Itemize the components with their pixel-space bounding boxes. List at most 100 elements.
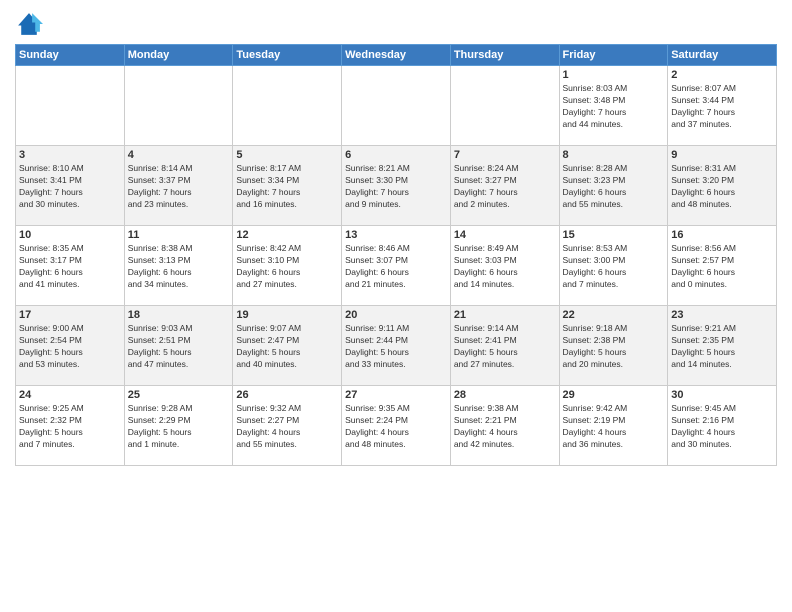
col-header-saturday: Saturday — [668, 45, 777, 66]
day-cell: 23 Sunrise: 9:21 AM Sunset: 2:35 PM Dayli… — [668, 306, 777, 386]
day-number: 19 — [236, 309, 338, 321]
day-number: 26 — [236, 389, 338, 401]
day-number: 4 — [128, 149, 230, 161]
day-number: 1 — [563, 69, 665, 81]
day-number: 23 — [671, 309, 773, 321]
col-header-thursday: Thursday — [450, 45, 559, 66]
col-header-tuesday: Tuesday — [233, 45, 342, 66]
day-info: Sunrise: 8:21 AM Sunset: 3:30 PM Dayligh… — [345, 163, 447, 211]
day-info: Sunrise: 8:10 AM Sunset: 3:41 PM Dayligh… — [19, 163, 121, 211]
col-header-friday: Friday — [559, 45, 668, 66]
logo-icon — [15, 10, 43, 38]
day-number: 3 — [19, 149, 121, 161]
day-info: Sunrise: 9:42 AM Sunset: 2:19 PM Dayligh… — [563, 403, 665, 451]
day-info: Sunrise: 8:07 AM Sunset: 3:44 PM Dayligh… — [671, 83, 773, 131]
calendar-header-row: SundayMondayTuesdayWednesdayThursdayFrid… — [16, 45, 777, 66]
day-cell: 3 Sunrise: 8:10 AM Sunset: 3:41 PM Daylig… — [16, 146, 125, 226]
day-cell: 21 Sunrise: 9:14 AM Sunset: 2:41 PM Dayli… — [450, 306, 559, 386]
day-cell: 1Sunrise: 8:03 AM Sunset: 3:48 PM Daylig… — [559, 66, 668, 146]
day-info: Sunrise: 8:49 AM Sunset: 3:03 PM Dayligh… — [454, 243, 556, 291]
day-number: 18 — [128, 309, 230, 321]
day-info: Sunrise: 8:35 AM Sunset: 3:17 PM Dayligh… — [19, 243, 121, 291]
day-info: Sunrise: 8:38 AM Sunset: 3:13 PM Dayligh… — [128, 243, 230, 291]
day-cell: 25Sunrise: 9:28 AM Sunset: 2:29 PM Dayli… — [124, 386, 233, 466]
calendar-table: SundayMondayTuesdayWednesdayThursdayFrid… — [15, 44, 777, 466]
day-cell: 24 Sunrise: 9:25 AM Sunset: 2:32 PM Dayli… — [16, 386, 125, 466]
logo — [15, 10, 47, 38]
day-cell — [124, 66, 233, 146]
day-number: 21 — [454, 309, 556, 321]
day-cell: 22 Sunrise: 9:18 AM Sunset: 2:38 PM Dayli… — [559, 306, 668, 386]
day-info: Sunrise: 8:24 AM Sunset: 3:27 PM Dayligh… — [454, 163, 556, 211]
day-info: Sunrise: 9:07 AM Sunset: 2:47 PM Dayligh… — [236, 323, 338, 371]
day-info: Sunrise: 9:28 AM Sunset: 2:29 PM Dayligh… — [128, 403, 230, 451]
day-info: Sunrise: 9:11 AM Sunset: 2:44 PM Dayligh… — [345, 323, 447, 371]
day-number: 13 — [345, 229, 447, 241]
day-cell: 5 Sunrise: 8:17 AM Sunset: 3:34 PM Daylig… — [233, 146, 342, 226]
day-info: Sunrise: 9:14 AM Sunset: 2:41 PM Dayligh… — [454, 323, 556, 371]
day-number: 27 — [345, 389, 447, 401]
day-number: 9 — [671, 149, 773, 161]
day-number: 8 — [563, 149, 665, 161]
day-cell: 27 Sunrise: 9:35 AM Sunset: 2:24 PM Dayli… — [342, 386, 451, 466]
day-cell: 11 Sunrise: 8:38 AM Sunset: 3:13 PM Dayli… — [124, 226, 233, 306]
day-number: 28 — [454, 389, 556, 401]
day-cell — [16, 66, 125, 146]
day-cell: 15 Sunrise: 8:53 AM Sunset: 3:00 PM Dayli… — [559, 226, 668, 306]
day-info: Sunrise: 8:31 AM Sunset: 3:20 PM Dayligh… — [671, 163, 773, 211]
day-cell: 12 Sunrise: 8:42 AM Sunset: 3:10 PM Dayli… — [233, 226, 342, 306]
day-cell: 4 Sunrise: 8:14 AM Sunset: 3:37 PM Daylig… — [124, 146, 233, 226]
day-info: Sunrise: 9:38 AM Sunset: 2:21 PM Dayligh… — [454, 403, 556, 451]
day-number: 22 — [563, 309, 665, 321]
day-number: 20 — [345, 309, 447, 321]
day-info: Sunrise: 8:42 AM Sunset: 3:10 PM Dayligh… — [236, 243, 338, 291]
day-info: Sunrise: 9:25 AM Sunset: 2:32 PM Dayligh… — [19, 403, 121, 451]
day-number: 12 — [236, 229, 338, 241]
day-number: 7 — [454, 149, 556, 161]
day-number: 5 — [236, 149, 338, 161]
day-cell: 19 Sunrise: 9:07 AM Sunset: 2:47 PM Dayli… — [233, 306, 342, 386]
day-info: Sunrise: 8:53 AM Sunset: 3:00 PM Dayligh… — [563, 243, 665, 291]
day-info: Sunrise: 9:32 AM Sunset: 2:27 PM Dayligh… — [236, 403, 338, 451]
day-cell: 13 Sunrise: 8:46 AM Sunset: 3:07 PM Dayli… — [342, 226, 451, 306]
col-header-monday: Monday — [124, 45, 233, 66]
header — [15, 10, 777, 38]
day-cell — [233, 66, 342, 146]
day-cell: 9 Sunrise: 8:31 AM Sunset: 3:20 PM Daylig… — [668, 146, 777, 226]
day-number: 6 — [345, 149, 447, 161]
day-cell: 30 Sunrise: 9:45 AM Sunset: 2:16 PM Dayli… — [668, 386, 777, 466]
col-header-wednesday: Wednesday — [342, 45, 451, 66]
day-number: 2 — [671, 69, 773, 81]
week-row-4: 17 Sunrise: 9:00 AM Sunset: 2:54 PM Dayli… — [16, 306, 777, 386]
day-info: Sunrise: 9:21 AM Sunset: 2:35 PM Dayligh… — [671, 323, 773, 371]
day-cell: 2 Sunrise: 8:07 AM Sunset: 3:44 PM Daylig… — [668, 66, 777, 146]
week-row-2: 3 Sunrise: 8:10 AM Sunset: 3:41 PM Daylig… — [16, 146, 777, 226]
day-cell: 26 Sunrise: 9:32 AM Sunset: 2:27 PM Dayli… — [233, 386, 342, 466]
day-cell: 17 Sunrise: 9:00 AM Sunset: 2:54 PM Dayli… — [16, 306, 125, 386]
day-number: 17 — [19, 309, 121, 321]
day-info: Sunrise: 9:00 AM Sunset: 2:54 PM Dayligh… — [19, 323, 121, 371]
day-info: Sunrise: 8:14 AM Sunset: 3:37 PM Dayligh… — [128, 163, 230, 211]
day-cell: 8 Sunrise: 8:28 AM Sunset: 3:23 PM Daylig… — [559, 146, 668, 226]
col-header-sunday: Sunday — [16, 45, 125, 66]
day-cell: 28 Sunrise: 9:38 AM Sunset: 2:21 PM Dayli… — [450, 386, 559, 466]
day-cell — [342, 66, 451, 146]
day-cell: 6 Sunrise: 8:21 AM Sunset: 3:30 PM Daylig… — [342, 146, 451, 226]
day-info: Sunrise: 8:17 AM Sunset: 3:34 PM Dayligh… — [236, 163, 338, 211]
day-number: 16 — [671, 229, 773, 241]
day-number: 24 — [19, 389, 121, 401]
day-info: Sunrise: 8:46 AM Sunset: 3:07 PM Dayligh… — [345, 243, 447, 291]
day-cell: 29 Sunrise: 9:42 AM Sunset: 2:19 PM Dayli… — [559, 386, 668, 466]
day-number: 30 — [671, 389, 773, 401]
day-number: 15 — [563, 229, 665, 241]
day-cell: 16Sunrise: 8:56 AM Sunset: 2:57 PM Dayli… — [668, 226, 777, 306]
week-row-5: 24 Sunrise: 9:25 AM Sunset: 2:32 PM Dayli… — [16, 386, 777, 466]
day-info: Sunrise: 8:28 AM Sunset: 3:23 PM Dayligh… — [563, 163, 665, 211]
day-info: Sunrise: 9:45 AM Sunset: 2:16 PM Dayligh… — [671, 403, 773, 451]
day-number: 29 — [563, 389, 665, 401]
day-cell: 18Sunrise: 9:03 AM Sunset: 2:51 PM Dayli… — [124, 306, 233, 386]
day-cell — [450, 66, 559, 146]
day-info: Sunrise: 9:18 AM Sunset: 2:38 PM Dayligh… — [563, 323, 665, 371]
day-number: 11 — [128, 229, 230, 241]
day-info: Sunrise: 9:35 AM Sunset: 2:24 PM Dayligh… — [345, 403, 447, 451]
